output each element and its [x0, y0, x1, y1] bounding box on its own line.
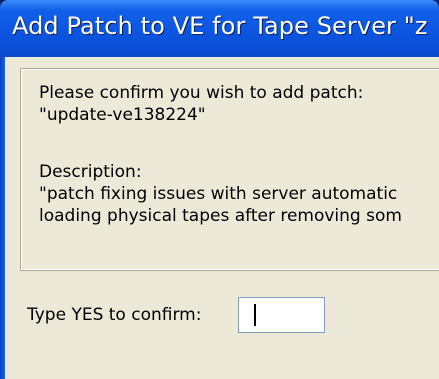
confirm-prompt-text: Please confirm you wish to add patch: [39, 83, 364, 103]
description-line-1: "patch fixing issues with server automat… [39, 184, 398, 204]
message-panel: Please confirm you wish to add patch: "u… [20, 68, 439, 270]
title-bar[interactable]: Add Patch to VE for Tape Server "z [0, 0, 439, 57]
patch-name-text: "update-ve138224" [39, 105, 206, 125]
dialog-title: Add Patch to VE for Tape Server "z [12, 12, 428, 40]
confirm-label: Type YES to confirm: [27, 305, 202, 325]
dialog-body: Please confirm you wish to add patch: "u… [5, 57, 439, 379]
add-patch-dialog: Add Patch to VE for Tape Server "z Pleas… [0, 0, 439, 379]
description-line-2: loading physical tapes after removing so… [39, 206, 402, 226]
description-label: Description: [39, 162, 142, 182]
text-caret [254, 304, 256, 326]
confirm-input[interactable] [238, 297, 325, 333]
